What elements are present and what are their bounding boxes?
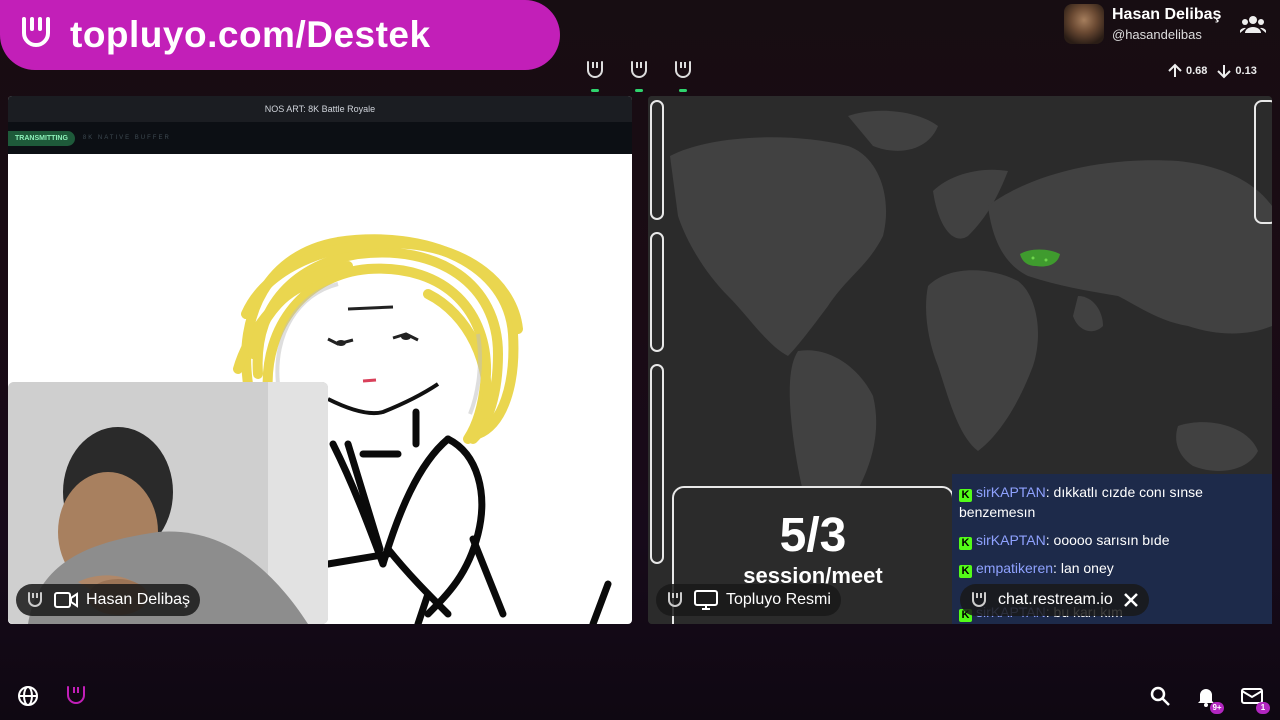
user-handle: @hasandelibas — [1112, 27, 1202, 42]
screen-share-label: Topluyo Resmi — [656, 584, 841, 616]
kick-icon: K — [959, 537, 972, 550]
kick-icon: K — [959, 565, 972, 578]
bottom-left-toolbar — [16, 684, 88, 708]
search-icon — [1150, 686, 1170, 706]
avatar — [1064, 4, 1104, 44]
ui-frame-bracket — [650, 232, 664, 352]
people-icon[interactable] — [1240, 14, 1266, 34]
user-card[interactable]: Hasan Delibaş @hasandelibas — [1064, 4, 1221, 44]
chat-username: empatikeren — [976, 560, 1054, 576]
globe-icon[interactable] — [16, 684, 40, 708]
arrow-down-icon — [1217, 65, 1232, 79]
participant-mic-2[interactable] — [628, 58, 650, 92]
session-count: 5/3 — [779, 509, 847, 562]
banner-url: topluyo.com/Destek — [70, 14, 431, 55]
download-rate: 0.13 — [1235, 65, 1257, 77]
close-icon[interactable] — [1123, 592, 1139, 608]
notification-count: 9+ — [1210, 702, 1224, 714]
stream-status-bar: TRANSMITTING 8K NATIVE BUFFER — [8, 122, 632, 154]
chat-username: sirKAPTAN — [976, 532, 1046, 548]
ui-frame-bracket — [650, 100, 664, 220]
topluyo-logo-icon — [22, 17, 50, 47]
video-camera-icon — [54, 592, 78, 608]
status-subtext: 8K NATIVE BUFFER — [82, 135, 171, 141]
mic-icon — [972, 592, 986, 607]
monitor-icon — [694, 590, 718, 610]
mic-active-dot — [635, 89, 643, 92]
mic-icon — [668, 592, 682, 607]
chat-message: KsirKAPTAN: dıkkatlı cızde conı sınse be… — [959, 484, 1203, 520]
screen-share-label-text: Topluyo Resmi — [726, 591, 831, 608]
upload-rate: 0.68 — [1186, 65, 1208, 77]
mic-icon — [631, 61, 647, 78]
message-count: 1 — [1256, 702, 1270, 714]
participant-mic-row — [584, 58, 694, 92]
camera-label: Hasan Delibaş — [16, 584, 201, 616]
ui-frame-bracket — [650, 364, 664, 564]
mic-icon — [587, 61, 603, 78]
ui-frame-bracket — [1254, 100, 1272, 224]
mic-active-dot — [591, 89, 599, 92]
mic-active-dot — [679, 89, 687, 92]
arrow-up-icon — [1168, 63, 1182, 77]
chat-text: lan oney — [1060, 560, 1114, 576]
status-badge: TRANSMITTING — [8, 130, 75, 146]
user-name: Hasan Delibaş — [1112, 6, 1222, 23]
mic-icon — [28, 592, 42, 607]
topluyo-banner[interactable]: topluyo.com/Destek — [0, 0, 560, 70]
notifications-button[interactable]: 9+ — [1194, 684, 1224, 714]
participant-mic-3[interactable] — [672, 58, 694, 92]
chat-text: ooooo sarısın bıde — [1053, 532, 1170, 548]
chat-source-label: chat.restream.io — [960, 584, 1149, 616]
bottom-right-toolbar: 9+ 1 — [1148, 684, 1270, 714]
network-stats: 0.68 0.13 — [1166, 62, 1265, 80]
camera-label-text: Hasan Delibaş — [86, 591, 191, 608]
mic-icon — [675, 61, 691, 78]
chat-message: KsirKAPTAN: ooooo sarısın bıde — [959, 530, 1264, 550]
topluyo-home-icon[interactable] — [64, 684, 88, 708]
chat-username: sirKAPTAN — [976, 484, 1046, 500]
kick-icon: K — [959, 489, 972, 502]
chat-message: Kempatikeren: lan oney — [959, 558, 1264, 578]
participant-mic-1[interactable] — [584, 58, 606, 92]
chat-source-text: chat.restream.io — [998, 591, 1113, 608]
stream-title: NOS ART: 8K Battle Royale — [8, 96, 632, 122]
webcam-feed[interactable]: Hasan Delibaş — [8, 382, 328, 624]
search-button[interactable] — [1148, 684, 1172, 708]
messages-button[interactable]: 1 — [1240, 684, 1270, 714]
